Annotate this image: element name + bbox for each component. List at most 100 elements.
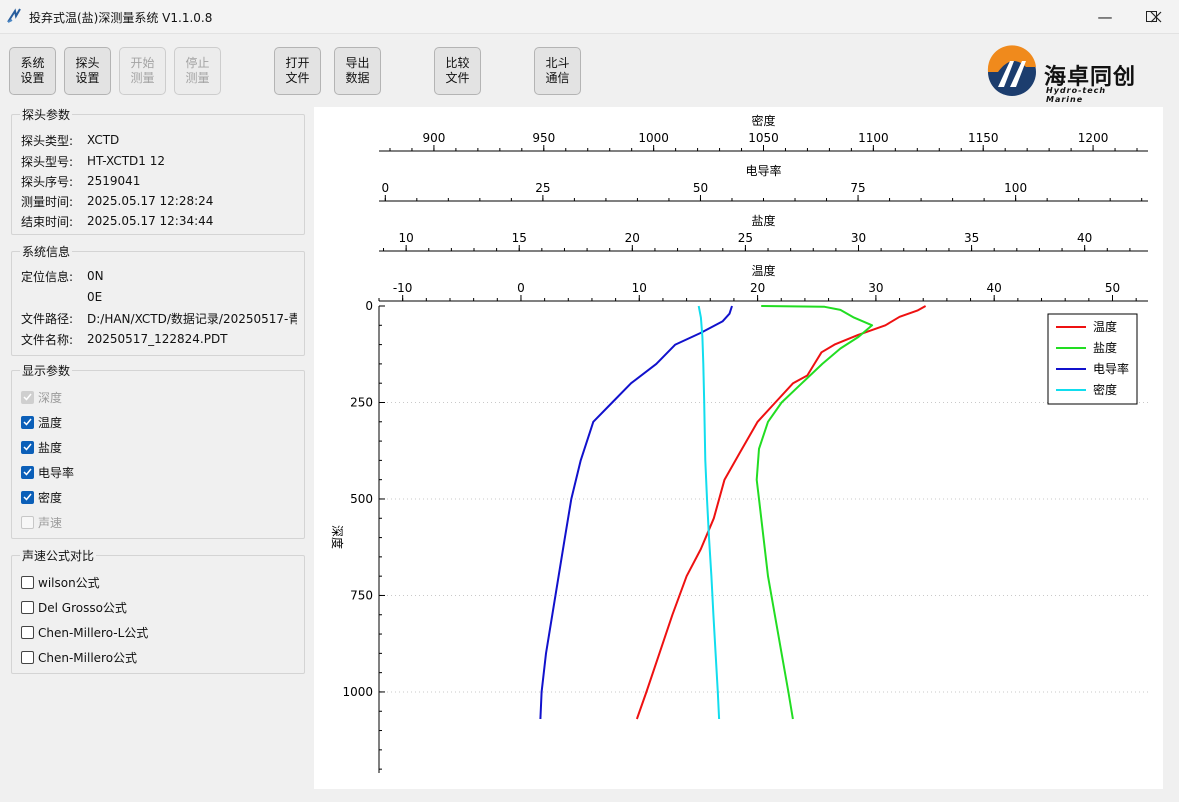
top-axis-tick-label: 15 [512, 231, 527, 245]
file-path-value: D:/HAN/XCTD/数据记录/20250517-青 [87, 311, 297, 326]
longitude-value: 0E [87, 290, 103, 304]
measure-time-label: 测量时间: [21, 194, 74, 209]
top-axis-tick-label: 20 [750, 281, 765, 295]
show-density-checkbox[interactable]: 密度 [21, 488, 62, 506]
wilson-formula-label: wilson公式 [38, 575, 100, 590]
beidou-comm-button[interactable]: 北斗 通信 [534, 47, 581, 95]
system-info-title: 系统信息 [20, 243, 73, 260]
top-axis-tick-label: 30 [851, 231, 866, 245]
top-axis-tick-label: 40 [987, 281, 1002, 295]
probe-settings-button[interactable]: 探头 设置 [64, 47, 111, 95]
top-axis-tick-label: -10 [393, 281, 413, 295]
logo-subtitle: Hydro-tech Marine [1046, 86, 1107, 104]
top-axis-tick-label: 10 [399, 231, 414, 245]
sound-formula-group: 声速公式对比 wilson公式 Del Grosso公式 Chen-Miller… [11, 547, 305, 674]
end-time-label: 结束时间: [21, 214, 74, 229]
depth-axis-label: 深度 [330, 525, 345, 549]
probe-model-label: 探头型号: [21, 154, 74, 169]
top-axis-label-1: 电导率 [745, 163, 781, 178]
depth-axis-tick-label: 500 [350, 492, 373, 506]
checkbox-unchecked-disabled-icon [21, 515, 34, 529]
show-density-label: 密度 [38, 490, 63, 505]
depth-axis-tick-label: 250 [350, 395, 373, 409]
title-bar: 投弃式温(盐)深测量系统 V1.1.0.8 — ☐ [0, 0, 1179, 34]
window-title: 投弃式温(盐)深测量系统 V1.1.0.8 [29, 11, 213, 25]
top-axis-label-3: 温度 [751, 263, 775, 278]
probe-params-title: 探头参数 [20, 106, 73, 123]
export-data-button[interactable]: 导出 数据 [334, 47, 381, 95]
system-settings-button[interactable]: 系统 设置 [9, 47, 56, 95]
show-conductivity-label: 电导率 [38, 465, 75, 480]
show-depth-checkbox[interactable]: 深度 [21, 388, 62, 406]
top-axis-tick-label: 1100 [858, 131, 889, 145]
file-path-row: 文件路径: D:/HAN/XCTD/数据记录/20250517-青 [21, 308, 297, 328]
del-grosso-formula-checkbox[interactable]: Del Grosso公式 [21, 598, 127, 616]
top-axis-tick-label: 20 [625, 231, 640, 245]
chen-millero-formula-label: Chen-Millero公式 [38, 650, 138, 665]
file-path-label: 文件路径: [21, 311, 74, 326]
top-axis-tick-label: 75 [850, 181, 865, 195]
wilson-formula-checkbox[interactable]: wilson公式 [21, 573, 100, 591]
show-temperature-label: 温度 [38, 415, 63, 430]
chen-millero-l-formula-label: Chen-Millero-L公式 [38, 625, 149, 640]
company-logo: 海卓同创 Hydro-tech Marine [986, 45, 1146, 104]
top-axis-tick-label: 0 [517, 281, 525, 295]
checkbox-checked-icon [21, 415, 34, 429]
depth-axis-tick-label: 750 [350, 588, 373, 602]
top-axis-tick-label: 50 [1105, 281, 1120, 295]
checkbox-checked-disabled-icon [21, 390, 34, 404]
chen-millero-formula-checkbox[interactable]: Chen-Millero公式 [21, 648, 137, 666]
top-axis-tick-label: 1200 [1078, 131, 1109, 145]
close-button[interactable] [1133, 0, 1179, 33]
probe-serial-row: 探头序号: 2519041 [21, 171, 140, 191]
open-file-button[interactable]: 打开 文件 [274, 47, 321, 95]
show-sound-speed-label: 声速 [38, 515, 63, 530]
top-axis-tick-label: 900 [422, 131, 445, 145]
top-axis-tick-label: 0 [381, 181, 389, 195]
minimize-button[interactable]: — [1082, 0, 1128, 33]
display-params-title: 显示参数 [20, 362, 73, 379]
start-measure-button[interactable]: 开始 测量 [119, 47, 166, 95]
top-axis-label-2: 盐度 [751, 213, 775, 228]
probe-type-value: XCTD [87, 133, 120, 147]
depth-axis-tick-label: 1000 [342, 685, 373, 699]
stop-measure-button[interactable]: 停止 测量 [174, 47, 221, 95]
chen-millero-l-formula-checkbox[interactable]: Chen-Millero-L公式 [21, 623, 148, 641]
top-axis-tick-label: 950 [532, 131, 555, 145]
checkbox-checked-icon [21, 440, 34, 454]
position-row: 定位信息: 0N [21, 266, 104, 286]
top-axis-tick-label: 25 [738, 231, 753, 245]
checkbox-checked-icon [21, 465, 34, 479]
depth-axis-tick-label: 0 [365, 299, 373, 313]
show-salinity-checkbox[interactable]: 盐度 [21, 438, 62, 456]
end-time-value: 2025.05.17 12:34:44 [87, 214, 214, 228]
top-axis-tick-label: 40 [1077, 231, 1092, 245]
probe-type-label: 探头类型: [21, 133, 74, 148]
probe-serial-label: 探头序号: [21, 174, 74, 189]
show-conductivity-checkbox[interactable]: 电导率 [21, 463, 74, 481]
show-temperature-checkbox[interactable]: 温度 [21, 413, 62, 431]
legend-label-3: 密度 [1093, 382, 1117, 397]
profile-chart[interactable]: 密度900 950 1000 1050 1100 1150 1200电导率0 25 50 75 10… [314, 107, 1163, 789]
checkbox-unchecked-icon [21, 625, 34, 639]
probe-serial-value: 2519041 [87, 174, 141, 188]
display-params-group: 显示参数 深度 温度 盐度 电导率 密度 声速 [11, 362, 305, 539]
top-axis-label-0: 密度 [751, 113, 775, 128]
probe-params-group: 探头参数 探头类型: XCTD 探头型号: HT-XCTD1 12 探头序号: 251… [11, 106, 305, 235]
probe-type-row: 探头类型: XCTD [21, 130, 119, 150]
checkbox-unchecked-icon [21, 650, 34, 664]
legend-label-2: 电导率 [1093, 361, 1129, 376]
top-axis-tick-label: 35 [964, 231, 979, 245]
file-name-value: 20250517_122824.PDT [87, 332, 228, 346]
legend-label-1: 盐度 [1093, 340, 1117, 355]
top-axis-tick-label: 25 [535, 181, 550, 195]
end-time-row: 结束时间: 2025.05.17 12:34:44 [21, 211, 213, 231]
app-icon [7, 8, 21, 23]
close-icon [1150, 11, 1162, 22]
position-label: 定位信息: [21, 269, 74, 284]
show-sound-speed-checkbox[interactable]: 声速 [21, 513, 62, 531]
compare-files-button[interactable]: 比较 文件 [434, 47, 481, 95]
profile-chart-panel[interactable]: 密度 900 950 1000 1050 1100 1150 1200 电导率 0 25 50 75 10… [314, 107, 1163, 789]
file-name-label: 文件名称: [21, 332, 74, 347]
system-info-group: 系统信息 定位信息: 0N 0E 文件路径: D:/HAN/XCTD/数据记录/20… [11, 243, 305, 356]
